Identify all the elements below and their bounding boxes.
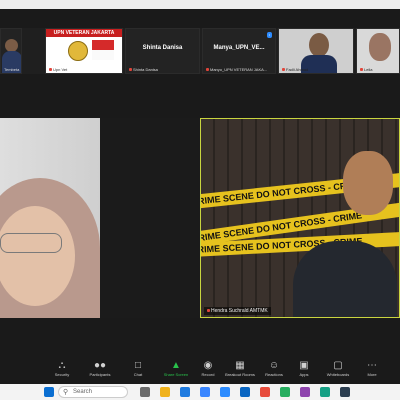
security-button[interactable]: ⛬ Security	[44, 360, 80, 378]
whiteboard-icon: ▢	[333, 360, 343, 371]
speaker-name-label: Hendra Suchrald AMTMK	[204, 307, 271, 315]
emblem-icon	[68, 41, 88, 61]
participant-tile[interactable]: Manya_UPN_VE... Manyo_UPN VETERAN JAKA..…	[202, 28, 276, 74]
participant-display-name: Shinta Danisa	[142, 45, 183, 51]
more-button[interactable]: ⋯ More	[354, 360, 390, 378]
banner-title: UPN VETERAN JAKARTA	[46, 29, 122, 37]
share-icon: ▲	[171, 360, 181, 371]
excel-icon[interactable]	[320, 387, 330, 397]
apps-button[interactable]: ▣ Apps	[286, 360, 322, 378]
muted-mic-icon	[207, 309, 210, 313]
participant-face	[309, 33, 329, 57]
outlook-icon[interactable]	[240, 387, 250, 397]
participant-name: Tembeta	[4, 67, 20, 72]
glasses-icon	[0, 233, 62, 253]
participant-tile[interactable]: UPN VETERAN JAKARTA Upn Vet	[45, 28, 123, 74]
muted-mic-icon	[129, 68, 132, 72]
muted-mic-icon	[49, 68, 52, 72]
zoom-icon[interactable]	[220, 387, 230, 397]
share-screen-button[interactable]: ▲ Share Screen	[158, 360, 194, 378]
breakout-rooms-button[interactable]: ▦ Breakout Rooms	[222, 360, 258, 378]
participant-name: Manyo_UPN VETERAN JAKA...	[206, 67, 267, 72]
main-video-right[interactable]: CRIME SCENE DO NOT CROSS - CRIME CRIME S…	[200, 118, 400, 318]
windows-start-icon[interactable]	[44, 387, 54, 397]
main-video-left[interactable]	[0, 118, 100, 318]
chat-button[interactable]: □ Chat	[120, 360, 156, 378]
breakout-icon: ▦	[235, 360, 245, 371]
file-explorer-icon[interactable]	[160, 387, 170, 397]
record-icon: ◉	[203, 360, 213, 371]
participant-name: Upn Vet	[49, 67, 67, 72]
apps-icon: ▣	[299, 360, 309, 371]
speaker-body	[293, 241, 397, 317]
people-icon: ●●	[93, 360, 107, 371]
muted-mic-icon	[282, 68, 285, 72]
chat-icon: □	[134, 360, 142, 371]
video-gap	[100, 118, 200, 318]
teams-icon[interactable]	[300, 387, 310, 397]
settings-icon[interactable]	[340, 387, 350, 397]
window-top-bar	[0, 0, 400, 9]
participant-tile[interactable]: Shinta Danisa Shinta Danisa	[125, 28, 200, 74]
speaker-face	[343, 151, 393, 215]
whiteboards-button[interactable]: ▢ Whiteboards	[320, 360, 356, 378]
pinned-badge: •	[266, 32, 272, 38]
chrome-icon[interactable]	[260, 387, 270, 397]
participant-name: Shinta Danisa	[129, 67, 158, 72]
participant-name: Fadli Ahmad	[282, 67, 308, 72]
participants-strip: Tembeta UPN VETERAN JAKARTA Upn Vet Shin…	[0, 28, 400, 74]
shield-icon: ⛬	[58, 360, 66, 371]
taskbar-search[interactable]: ⚲ Search	[58, 386, 128, 398]
task-view-icon[interactable]	[140, 387, 150, 397]
flag-icon	[92, 40, 114, 60]
participant-face	[369, 33, 391, 61]
whatsapp-icon[interactable]	[280, 387, 290, 397]
store-icon[interactable]	[200, 387, 210, 397]
participant-tile[interactable]: Tembeta	[0, 28, 22, 74]
search-icon: ⚲	[63, 389, 69, 396]
muted-mic-icon	[360, 68, 363, 72]
muted-mic-icon	[206, 68, 209, 72]
participant-tile[interactable]: Fadli Ahmad	[278, 28, 354, 74]
search-placeholder: Search	[73, 389, 93, 395]
participant-tile[interactable]: Leila	[356, 28, 400, 74]
participant-display-name: Manya_UPN_VE...	[213, 45, 265, 51]
windows-taskbar: ⚲ Search	[0, 384, 400, 400]
meeting-toolbar: ⛬ Security ●● Participants □ Chat ▲ Share Sc…	[0, 357, 400, 384]
record-button[interactable]: ◉ Record	[190, 360, 226, 378]
participant-name: Leila	[360, 67, 372, 72]
participants-button[interactable]: ●● Participants	[82, 360, 118, 378]
more-icon: ⋯	[367, 360, 377, 371]
edge-icon[interactable]	[180, 387, 190, 397]
